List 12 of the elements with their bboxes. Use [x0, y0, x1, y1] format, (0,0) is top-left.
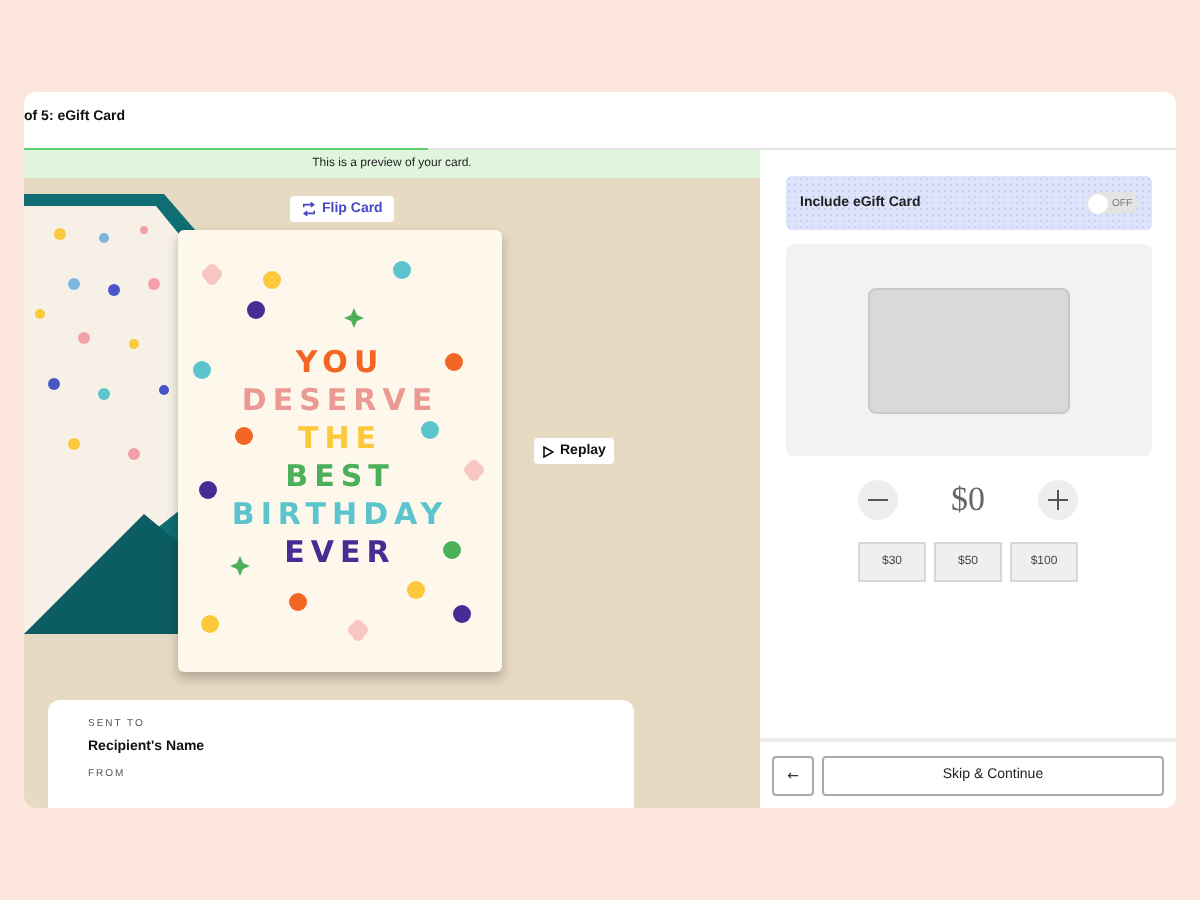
card-message-line: BIRTHDAY: [231, 499, 449, 529]
card-message-line: BEST: [285, 461, 395, 491]
card-message-line: YOU: [295, 347, 385, 377]
play-icon: [542, 445, 554, 457]
card-message-line: EVER: [284, 537, 396, 567]
card-message-line: DESERVE: [241, 385, 439, 415]
plus-icon: [1048, 490, 1068, 510]
increase-button[interactable]: [1038, 480, 1078, 520]
decrease-button[interactable]: [858, 480, 898, 520]
card-message-line: THE: [297, 423, 383, 453]
gift-amount: $0: [949, 480, 987, 520]
flip-icon: [302, 202, 316, 216]
